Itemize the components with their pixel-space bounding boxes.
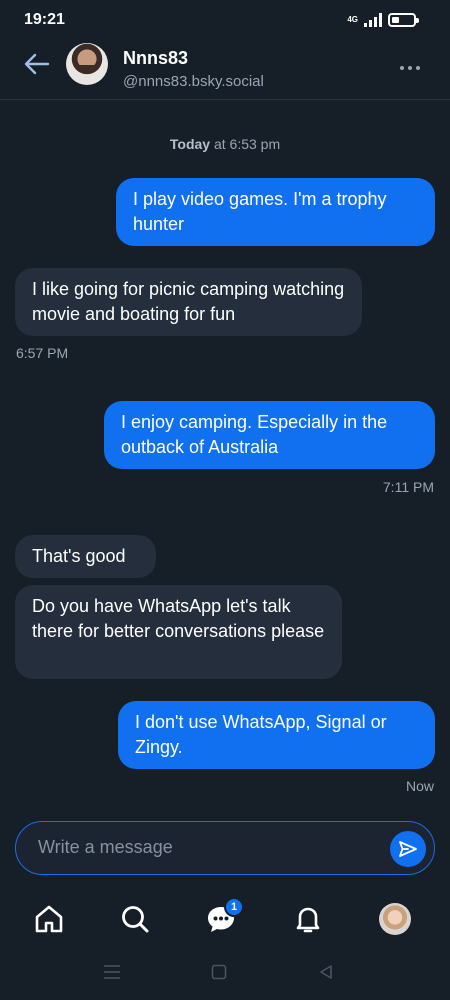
avatar [379, 903, 411, 935]
message-timestamp: 7:11 PM [382, 479, 434, 495]
message-timestamp: Now [405, 778, 434, 794]
status-time: 19:21 [24, 11, 65, 28]
bottom-nav: 1 [0, 890, 450, 950]
message-bubble-outgoing[interactable]: I play video games. I'm a trophy hunter [116, 178, 435, 246]
nav-home[interactable] [32, 902, 66, 936]
unread-badge: 1 [224, 897, 244, 917]
bell-icon [296, 907, 320, 933]
message-text: I enjoy camping. Especially in the outba… [121, 412, 388, 457]
message-composer [15, 821, 435, 875]
search-icon [122, 906, 149, 933]
send-button[interactable] [390, 831, 426, 867]
network-label: 4G [347, 15, 358, 24]
message-timestamp: 6:57 PM [16, 345, 69, 361]
message-bubble-outgoing[interactable]: I enjoy camping. Especially in the outba… [104, 401, 435, 469]
contact-name[interactable]: Nnns83 [123, 48, 188, 69]
nav-notifications[interactable] [291, 902, 325, 936]
send-icon [399, 841, 417, 857]
message-text: I like going for picnic camping watching… [32, 279, 345, 324]
more-options-button[interactable] [400, 66, 420, 70]
contact-handle[interactable]: @nnns83.bsky.social [123, 73, 264, 90]
battery-level [392, 17, 399, 23]
system-nav-bar [0, 950, 450, 1000]
menu-icon[interactable] [103, 964, 121, 980]
status-icons: 4G [347, 10, 419, 30]
battery-icon [388, 13, 419, 27]
signal-icon [364, 13, 382, 27]
message-bubble-outgoing[interactable]: I don't use WhatsApp, Signal or Zingy. [118, 701, 435, 769]
message-bubble-incoming[interactable]: Do you have WhatsApp let's talk there fo… [15, 585, 342, 679]
message-text: I play video games. I'm a trophy hunter [133, 189, 387, 234]
nav-profile[interactable] [378, 902, 412, 936]
arrow-left-icon [24, 53, 50, 75]
status-bar: 19:21 4G [0, 0, 450, 40]
day-separator: Today at 6:53 pm [0, 136, 450, 152]
message-bubble-incoming[interactable]: That's good [15, 535, 156, 578]
message-text: I don't use WhatsApp, Signal or Zingy. [135, 712, 387, 757]
message-text: That's good [32, 546, 126, 566]
day-time: at 6:53 pm [210, 136, 281, 152]
home-icon [35, 905, 63, 933]
message-text: Do you have WhatsApp let's talk there fo… [32, 596, 325, 641]
home-square-icon[interactable] [211, 964, 227, 980]
contact-avatar[interactable] [66, 43, 108, 85]
day-label: Today [169, 136, 211, 152]
conversation-header: Nnns83 @nnns83.bsky.social [0, 40, 450, 100]
back-triangle-icon[interactable] [318, 964, 334, 980]
back-button[interactable] [22, 52, 52, 76]
ellipsis-icon [400, 66, 404, 70]
message-input[interactable] [38, 822, 368, 873]
nav-search[interactable] [118, 902, 152, 936]
message-bubble-incoming[interactable]: I like going for picnic camping watching… [15, 268, 362, 336]
